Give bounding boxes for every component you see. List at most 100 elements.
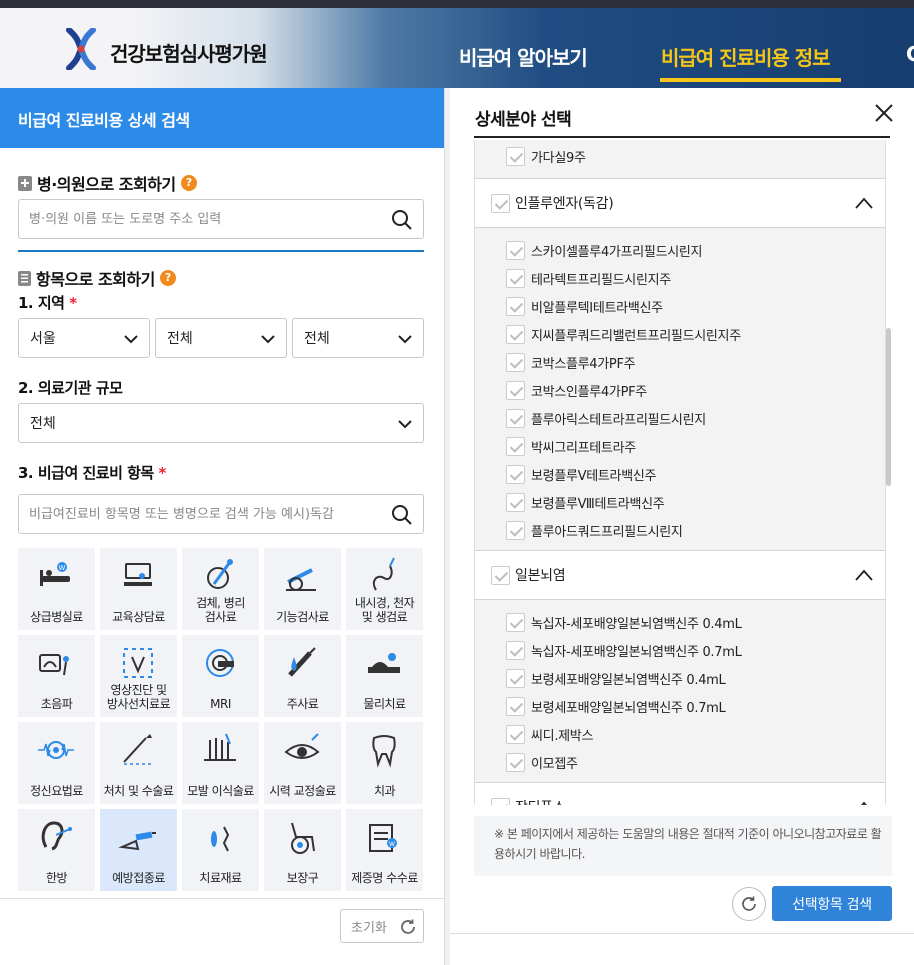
list-item[interactable]: 이모젭주 <box>506 752 578 772</box>
group-header[interactable]: 일본뇌염 <box>475 550 885 600</box>
list-item[interactable]: 보령플루Ⅷ테트라백신주 <box>506 492 665 512</box>
checkbox[interactable] <box>506 268 525 288</box>
checkbox[interactable] <box>506 324 525 344</box>
checkbox[interactable] <box>506 752 525 772</box>
help-icon[interactable]: ? <box>159 270 176 286</box>
category-hair-transplant[interactable]: 모발 이식술료 <box>182 722 259 804</box>
list-item[interactable]: 보령세포배양일본뇌염백신주 0.4mL <box>506 668 726 688</box>
checkbox[interactable] <box>506 296 525 316</box>
list-item[interactable]: 지씨플루쿼드리밸런트프리필드시린지주 <box>506 324 741 344</box>
chevron-up-icon[interactable] <box>855 196 873 210</box>
list-item[interactable]: 녹십자-세포배양일본뇌염백신주 0.4mL <box>506 612 742 632</box>
list-icon <box>18 270 31 286</box>
region-district-select[interactable]: 전체 <box>155 318 287 358</box>
checkbox[interactable] <box>506 352 525 372</box>
scale-value: 전체 <box>30 416 56 432</box>
checkbox[interactable] <box>506 240 525 260</box>
consultation-icon <box>124 563 152 586</box>
list-item[interactable]: 보령플루Ⅴ테트라백신주 <box>506 464 657 484</box>
category-ultrasound[interactable]: 초음파 <box>18 635 95 717</box>
category-hospital-bed[interactable]: W 상급병실료 <box>18 548 95 630</box>
list-item[interactable]: 녹십자-세포배양일본뇌염백신주 0.7mL <box>506 640 742 660</box>
checkbox[interactable] <box>506 492 525 512</box>
checkbox[interactable] <box>506 696 525 716</box>
region-label: 1. 지역 * <box>18 292 77 313</box>
checkbox[interactable] <box>506 668 525 688</box>
group-checkbox[interactable] <box>491 194 510 213</box>
item-search-input[interactable] <box>29 506 383 522</box>
search-icon[interactable] <box>391 209 413 231</box>
group-label: 일본뇌염 <box>515 568 566 584</box>
help-icon[interactable]: ? <box>180 175 197 191</box>
list-item[interactable]: 보령세포배양일본뇌염백신주 0.7mL <box>506 696 726 716</box>
category-mri[interactable]: MRI <box>182 635 259 717</box>
category-wheelchair[interactable]: 보장구 <box>264 809 341 891</box>
checkbox[interactable] <box>506 520 525 540</box>
scale-label: 2. 의료기관 규모 <box>18 379 123 397</box>
checkbox[interactable] <box>506 146 525 166</box>
region-city-select[interactable]: 서울 <box>18 318 150 358</box>
category-certificate[interactable]: W 제증명 수수료 <box>346 809 423 891</box>
list-item[interactable]: 테라텍트프리필드시린지주 <box>506 268 671 288</box>
list-item[interactable]: 스카이셀플루4가프리필드시린지 <box>506 240 703 260</box>
category-function-test[interactable]: 기능검사료 <box>264 548 341 630</box>
chevron-down-icon <box>261 335 275 344</box>
checkbox[interactable] <box>506 724 525 744</box>
group-header[interactable]: 인플루엔자(독감) <box>475 178 885 228</box>
category-psychotherapy[interactable]: 정신요법료 <box>18 722 95 804</box>
item-label: 녹십자-세포배양일본뇌염백신주 0.7mL <box>531 644 742 660</box>
checkbox[interactable] <box>506 380 525 400</box>
close-icon[interactable] <box>873 102 895 124</box>
list-item[interactable]: 플루아릭스테트라프리필드시린지 <box>506 408 706 428</box>
nav-noncovered-cost[interactable]: 비급여 진료비용 정보 <box>661 42 831 71</box>
checkbox[interactable] <box>506 612 525 632</box>
category-treatment-material[interactable]: 치료재료 <box>182 809 259 891</box>
nav-more[interactable]: C <box>906 42 914 66</box>
chevron-up-icon[interactable] <box>855 568 873 582</box>
search-panel-title: 비급여 진료비용 상세 검색 <box>0 88 444 148</box>
group-header[interactable]: 장티푸스 <box>475 782 885 805</box>
checkbox[interactable] <box>506 436 525 456</box>
item-label: 보령세포배양일본뇌염백신주 0.4mL <box>531 672 726 688</box>
list-item[interactable]: 코박스인플루4가PF주 <box>506 380 647 400</box>
category-radiology[interactable]: 영상진단 및 방사선치료료 <box>100 635 177 717</box>
category-physical-therapy[interactable]: 물리치료 <box>346 635 423 717</box>
chevron-up-icon[interactable] <box>855 800 873 805</box>
hospital-search-input[interactable] <box>29 211 383 227</box>
checkbox[interactable] <box>506 640 525 660</box>
category-endoscope[interactable]: 내시경, 천자 및 생검료 <box>346 548 423 630</box>
region-town-value: 전체 <box>304 331 330 347</box>
category-syringe[interactable]: 주사료 <box>264 635 341 717</box>
search-selected-button[interactable]: 선택항목 검색 <box>772 886 892 921</box>
scrollbar[interactable] <box>886 328 891 486</box>
list-item[interactable]: 코박스플루4가PF주 <box>506 352 636 372</box>
list-item[interactable]: 비알플루텍I테트라백신주 <box>506 296 663 316</box>
list-item[interactable]: 가다실9주 <box>506 146 586 166</box>
syringe-icon <box>288 647 316 677</box>
search-icon[interactable] <box>391 504 413 526</box>
scale-select[interactable]: 전체 <box>18 403 424 443</box>
list-item[interactable]: 씨디.제박스 <box>506 724 593 744</box>
category-label: 물리치료 <box>363 697 406 711</box>
nav-noncovered-info[interactable]: 비급여 알아보기 <box>459 42 588 71</box>
wheelchair-icon <box>291 822 315 854</box>
list-item[interactable]: 플루아드쿼드프리필드시린지 <box>506 520 683 540</box>
brand-name[interactable]: 건강보험심사평가원 <box>110 38 268 67</box>
category-vaccination[interactable]: 예방접종료 <box>100 809 177 891</box>
hira-logo[interactable] <box>66 28 96 70</box>
category-surgery[interactable]: 처치 및 수술료 <box>100 722 177 804</box>
region-town-select[interactable]: 전체 <box>292 318 424 358</box>
checkbox[interactable] <box>506 464 525 484</box>
active-nav-underline <box>660 78 841 82</box>
category-consultation[interactable]: 교육상담료 <box>100 548 177 630</box>
group-checkbox[interactable] <box>491 798 510 805</box>
category-eye-correction[interactable]: 시력 교정술료 <box>264 722 341 804</box>
checkbox[interactable] <box>506 408 525 428</box>
category-tooth[interactable]: 치과 <box>346 722 423 804</box>
category-specimen-test[interactable]: 검체, 병리 검사료 <box>182 548 259 630</box>
list-item[interactable]: 박씨그리프테트라주 <box>506 436 636 456</box>
category-oriental-medicine[interactable]: 한방 <box>18 809 95 891</box>
refresh-button[interactable] <box>732 887 766 921</box>
group-checkbox[interactable] <box>491 566 510 585</box>
reset-button[interactable]: 초기화 <box>340 909 424 943</box>
